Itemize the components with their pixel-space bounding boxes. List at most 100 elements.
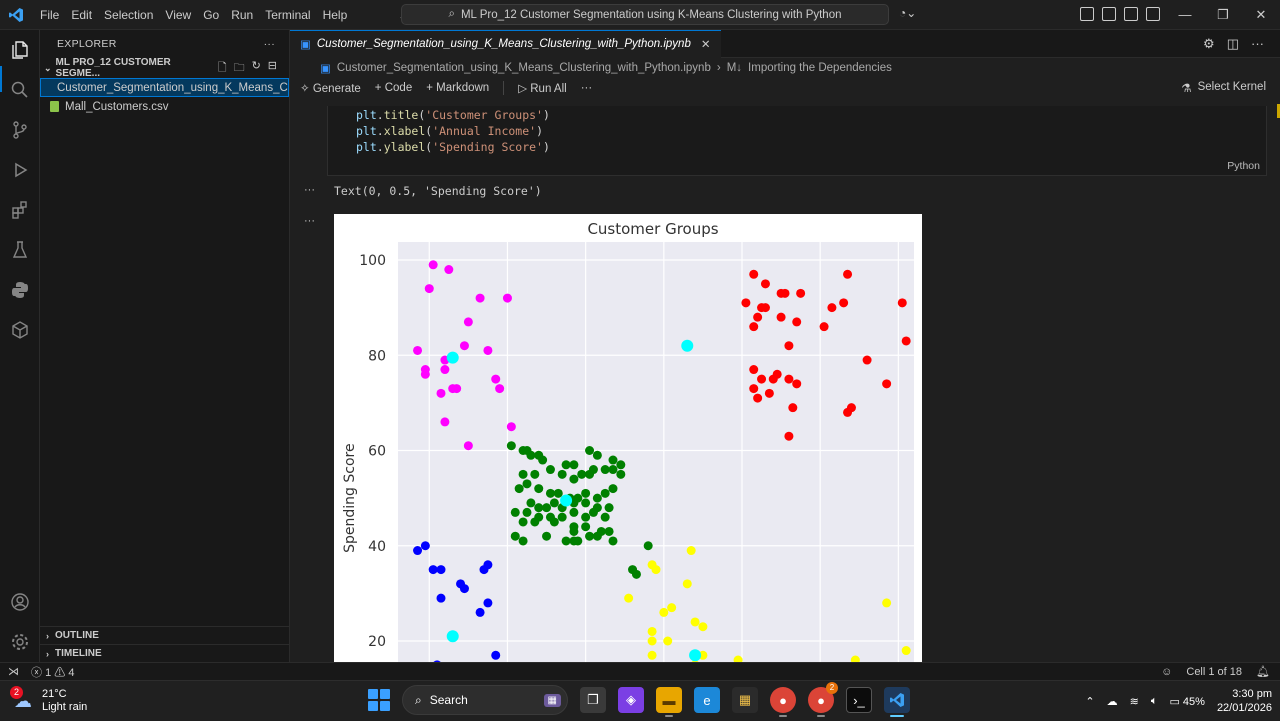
data-point — [561, 536, 571, 546]
command-center-search[interactable]: ⌕ ML Pro_12 Customer Segmentation using … — [401, 4, 889, 25]
edge-browser-icon[interactable]: e — [694, 687, 720, 713]
run-all-button[interactable]: ▷ Run All — [518, 81, 566, 95]
menu-help[interactable]: Help — [317, 0, 354, 30]
toggle-panel-icon[interactable] — [1124, 7, 1138, 21]
data-point — [616, 460, 626, 470]
select-kernel-button[interactable]: ⚗ Select Kernel — [1181, 81, 1280, 95]
testing-icon[interactable] — [8, 238, 32, 262]
close-tab-icon[interactable]: ✕ — [701, 37, 711, 51]
volume-icon[interactable]: 🔈︎ — [1151, 695, 1158, 708]
account-icon[interactable] — [8, 590, 32, 614]
markdown-icon: M↓ — [726, 62, 743, 74]
output-actions-icon[interactable]: ··· — [304, 184, 315, 196]
tab-notebook[interactable]: ▣ Customer_Segmentation_using_K_Means_Cl… — [290, 29, 721, 58]
notebook-file-icon: ▣ — [320, 63, 331, 75]
data-point — [647, 626, 657, 636]
file-item-notebook[interactable]: Customer_Segmentation_using_K_Means_Clu.… — [40, 78, 289, 97]
search-icon[interactable] — [8, 78, 32, 102]
menu-terminal[interactable]: Terminal — [259, 0, 316, 30]
data-point — [569, 536, 579, 546]
copilot-status-icon[interactable]: ☺ — [1161, 666, 1172, 678]
code-cell[interactable]: plt.title('Customer Groups') plt.xlabel(… — [327, 106, 1267, 176]
taskbar-search[interactable]: ⌕ Search ▦ — [402, 685, 568, 715]
notifications-bell-icon[interactable]: 🔔︎ — [1256, 665, 1270, 678]
data-point — [827, 303, 837, 313]
source-control-icon[interactable] — [8, 118, 32, 142]
new-file-icon[interactable]: 🗋 — [218, 59, 227, 78]
microsoft-store-icon[interactable]: ▦ — [732, 687, 758, 713]
refresh-icon[interactable]: ↻ — [252, 59, 261, 78]
generate-button[interactable]: ✧ Generate — [300, 81, 361, 95]
minimize-icon[interactable]: — — [1166, 0, 1204, 30]
data-point — [510, 531, 520, 541]
output-actions-icon[interactable]: ··· — [304, 215, 315, 227]
terminal-icon[interactable]: ›_ — [846, 687, 872, 713]
file-name: Mall_Customers.csv — [65, 100, 169, 113]
chrome-icon[interactable]: ● — [770, 687, 796, 717]
battery-indicator[interactable]: ▭ 45% — [1169, 695, 1205, 708]
copilot-icon[interactable]: ◔⌄ — [899, 6, 916, 20]
run-debug-icon[interactable] — [8, 158, 32, 182]
settings-gear-icon[interactable] — [8, 630, 32, 654]
data-point — [647, 650, 657, 660]
vscode-taskbar-icon[interactable] — [884, 687, 910, 717]
add-code-button[interactable]: + Code — [375, 82, 412, 94]
data-point — [569, 460, 579, 470]
collapse-all-icon[interactable]: ⊟ — [268, 59, 277, 78]
toggle-primary-sidebar-icon[interactable] — [1102, 7, 1116, 21]
more-actions-icon[interactable]: ··· — [1251, 36, 1264, 52]
extensions-icon[interactable] — [8, 198, 32, 222]
restore-icon[interactable]: ❐ — [1204, 0, 1242, 30]
toggle-secondary-sidebar-icon[interactable] — [1146, 7, 1160, 21]
menu-file[interactable]: File — [34, 0, 65, 30]
menu-view[interactable]: View — [159, 0, 197, 30]
explorer-icon[interactable] — [8, 38, 32, 62]
notebook-settings-icon[interactable]: ⚙ — [1203, 36, 1215, 52]
chevron-right-icon: › — [46, 630, 49, 641]
add-markdown-button[interactable]: + Markdown — [426, 82, 489, 94]
timeline-section[interactable]: › TIMELINE — [40, 644, 290, 662]
cell-info[interactable]: Cell 1 of 18 — [1186, 666, 1242, 678]
copilot-app-icon[interactable]: ◈ — [618, 687, 644, 713]
menu-selection[interactable]: Selection — [98, 0, 159, 30]
problems-indicator[interactable]: ⓧ 1 ⚠ 4 — [31, 664, 74, 680]
wifi-icon[interactable]: ≋ — [1130, 695, 1139, 708]
menu-edit[interactable]: Edit — [65, 0, 98, 30]
workspace-folder[interactable]: ⌄ ML PRO_12 CUSTOMER SEGME... 🗋 🗀 ↻ ⊟ — [40, 57, 289, 79]
data-point — [600, 512, 610, 522]
start-button-icon[interactable] — [368, 689, 390, 711]
onedrive-icon[interactable]: ☁ — [1107, 695, 1118, 708]
data-point — [764, 388, 774, 398]
menu-go[interactable]: Go — [197, 0, 225, 30]
chrome-profile-icon[interactable]: ● 2 — [808, 682, 838, 717]
more-actions-icon[interactable]: ··· — [264, 38, 275, 50]
outline-section[interactable]: › OUTLINE — [40, 626, 290, 644]
windows-taskbar: ☁ 2 21°C Light rain ⌕ Search ▦ ❐ ◈ ▬ e ▦… — [0, 680, 1280, 720]
search-highlight-icon: ▦ — [543, 693, 561, 707]
notebook-tab-icon: ▣ — [300, 39, 311, 51]
data-point — [444, 265, 454, 275]
python-icon[interactable] — [8, 278, 32, 302]
menu-run[interactable]: Run — [225, 0, 259, 30]
breadcrumb-file[interactable]: Customer_Segmentation_using_K_Means_Clus… — [337, 62, 711, 74]
remote-indicator-icon[interactable]: ⋊ — [8, 665, 19, 678]
task-view-icon[interactable]: ❐ — [580, 687, 606, 713]
data-point — [604, 526, 614, 536]
customize-layout-icon[interactable] — [1080, 7, 1094, 21]
more-actions-icon[interactable]: ··· — [581, 82, 593, 94]
file-item-csv[interactable]: Mall_Customers.csv — [40, 97, 289, 116]
split-editor-icon[interactable]: ◫ — [1227, 36, 1239, 52]
remote-explorer-icon[interactable] — [8, 318, 32, 342]
y-tick-label: 100 — [359, 253, 386, 269]
file-explorer-icon[interactable]: ▬ — [656, 687, 682, 717]
data-point — [459, 341, 469, 351]
clock[interactable]: 3:30 pm 22/01/2026 — [1217, 687, 1272, 715]
temperature: 21°C — [42, 687, 67, 700]
data-point — [784, 374, 794, 384]
close-icon[interactable]: ✕ — [1242, 0, 1280, 30]
breadcrumb-section[interactable]: Importing the Dependencies — [748, 62, 892, 74]
weather-widget[interactable]: ☁ 2 21°C Light rain — [0, 685, 87, 714]
cell-language-label[interactable]: Python — [1227, 160, 1260, 172]
new-folder-icon[interactable]: 🗀 — [234, 59, 245, 78]
show-hidden-icons-icon[interactable]: ⌃ — [1085, 695, 1094, 708]
